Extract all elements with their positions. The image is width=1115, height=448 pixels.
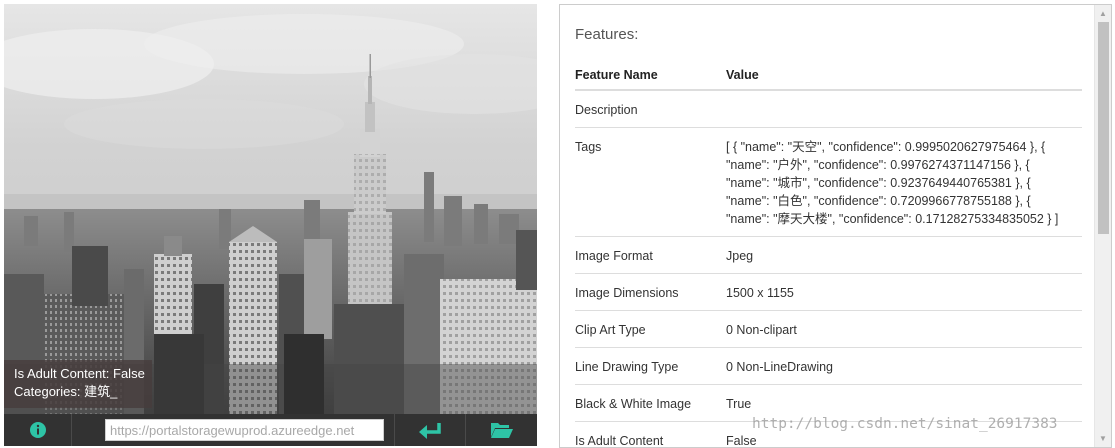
tags-line: "name": "城市", "confidence": 0.9237649440… [726,176,1031,190]
features-content: Features: Feature Name Value Description… [575,5,1082,447]
table-row: Black & White Image True [575,384,1082,422]
feature-value-cell: 0 Non-clipart [726,310,1082,348]
features-title: Features: [575,26,639,43]
table-row: Description [575,90,1082,128]
feature-value-cell: True [726,384,1082,422]
table-row: Image Format Jpeg [575,236,1082,274]
submit-url-button[interactable] [394,414,466,446]
features-table: Feature Name Value Description Tags [ { … [575,61,1082,447]
column-header-value: Value [726,61,1082,91]
skyline-photo [4,4,537,414]
tags-value-cell: [ { "name": "天空", "confidence": 0.999502… [726,127,1082,237]
image-toolbar [4,414,537,446]
table-row: Clip Art Type 0 Non-clipart [575,310,1082,348]
feature-value-cell [726,90,1082,128]
info-icon [29,422,46,438]
features-panel: Features: Feature Name Value Description… [559,4,1112,448]
adult-content-label: Is Adult Content: False [14,366,145,381]
feature-name-cell: Image Dimensions [575,273,726,311]
vertical-scrollbar[interactable]: ▲ ▼ [1094,5,1111,447]
feature-name-cell: Clip Art Type [575,310,726,348]
feature-value-cell: 1500 x 1155 [726,273,1082,311]
column-header-feature-name: Feature Name [575,61,726,91]
tags-line: "name": "户外", "confidence": 0.9976274371… [726,158,1030,172]
scroll-down-arrow-icon[interactable]: ▼ [1095,430,1111,447]
tags-line: "name": "白色", "confidence": 0.7209966778… [726,194,1031,208]
categories-label: Categories: 建筑_ [14,384,118,399]
table-row: Is Adult Content False [575,421,1082,447]
feature-value-cell: Jpeg [726,236,1082,274]
image-url-input[interactable] [105,419,384,441]
feature-name-cell: Black & White Image [575,384,726,422]
info-button[interactable] [4,414,72,446]
feature-value-cell: False [726,421,1082,447]
feature-value-cell: 0 Non-LineDrawing [726,347,1082,385]
feature-name-cell: Is Adult Content [575,421,726,447]
enter-icon [419,423,441,439]
feature-name-cell: Tags [575,127,726,237]
scroll-thumb[interactable] [1098,22,1109,234]
tags-line: "name": "摩天大楼", "confidence": 0.17128275… [726,212,1059,226]
table-row: Image Dimensions 1500 x 1155 [575,273,1082,311]
image-panel: Is Adult Content: False Categories: 建筑_ [4,4,537,446]
scroll-up-arrow-icon[interactable]: ▲ [1095,5,1111,22]
table-row: Tags [ { "name": "天空", "confidence": 0.9… [575,127,1082,237]
folder-open-icon [490,423,513,438]
tags-line: [ { "name": "天空", "confidence": 0.999502… [726,140,1046,154]
table-row: Line Drawing Type 0 Non-LineDrawing [575,347,1082,385]
open-file-button[interactable] [466,414,537,446]
skyline-photo-graphic [4,4,537,414]
feature-name-cell: Description [575,90,726,128]
table-header-row: Feature Name Value [575,61,1082,91]
feature-name-cell: Image Format [575,236,726,274]
feature-name-cell: Line Drawing Type [575,347,726,385]
analysis-overlay: Is Adult Content: False Categories: 建筑_ [4,360,152,408]
